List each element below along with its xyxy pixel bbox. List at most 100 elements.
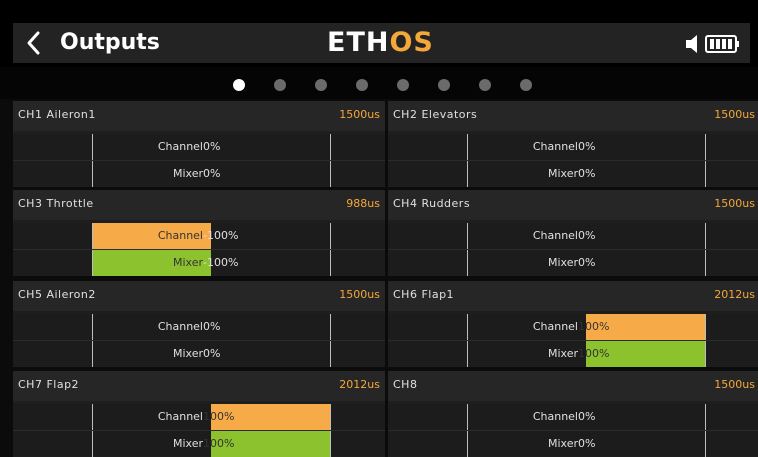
channel-row: Channel 100% xyxy=(13,404,385,430)
page-indicator xyxy=(0,67,758,99)
page-dot[interactable] xyxy=(274,79,286,91)
mixer-label: Mixer xyxy=(547,256,578,269)
range-tick xyxy=(467,161,468,187)
range-tick xyxy=(705,314,706,340)
channel-value: 100% xyxy=(203,410,235,423)
output-pulse-value: 1500us xyxy=(339,108,380,121)
channel-label: Channel xyxy=(532,140,578,153)
range-tick xyxy=(330,223,331,249)
page-title: Outputs xyxy=(60,30,160,55)
range-tick xyxy=(705,404,706,430)
range-tick xyxy=(705,250,706,276)
channel-row: Channel 0% xyxy=(388,134,758,160)
page-dot[interactable] xyxy=(438,79,450,91)
top-bar: Outputs ETHOS xyxy=(0,0,758,67)
mixer-label: Mixer xyxy=(547,347,578,360)
page-dot[interactable] xyxy=(356,79,368,91)
output-card[interactable]: CH3 Throttle 988us Channel -100% Mixer -100% xyxy=(13,190,385,276)
output-pulse-value: 1500us xyxy=(714,378,755,391)
output-header: CH8 1500us xyxy=(388,371,758,401)
mixer-label: Mixer xyxy=(547,437,578,450)
channel-row: Channel 0% xyxy=(388,223,758,249)
mixer-value: 0% xyxy=(578,437,596,450)
range-tick xyxy=(467,134,468,160)
channel-value: 0% xyxy=(578,229,596,242)
output-card[interactable]: CH6 Flap1 2012us Channel 100% Mixer 100% xyxy=(388,281,758,367)
mixer-label: Mixer xyxy=(172,167,203,180)
output-pulse-value: 2012us xyxy=(339,378,380,391)
channel-label: Channel xyxy=(157,229,203,242)
range-tick xyxy=(705,341,706,367)
channel-label: Channel xyxy=(157,410,203,423)
mixer-label: Mixer xyxy=(172,347,203,360)
output-header: CH6 Flap1 2012us xyxy=(388,281,758,311)
mixer-row: Mixer 100% xyxy=(13,430,385,457)
range-tick xyxy=(92,161,93,187)
channel-value: 0% xyxy=(578,410,596,423)
channel-row: Channel -100% xyxy=(13,223,385,249)
output-card[interactable]: CH5 Aileron2 1500us Channel 0% Mixer 0% xyxy=(13,281,385,367)
output-pulse-value: 1500us xyxy=(714,197,755,210)
range-tick xyxy=(330,341,331,367)
output-name: CH2 Elevators xyxy=(393,108,478,121)
output-name: CH3 Throttle xyxy=(18,197,94,210)
output-card[interactable]: CH2 Elevators 1500us Channel 0% Mixer 0% xyxy=(388,101,758,187)
mixer-row: Mixer 0% xyxy=(388,160,758,187)
output-header: CH5 Aileron2 1500us xyxy=(13,281,385,311)
channel-label: Channel xyxy=(157,320,203,333)
channel-label: Channel xyxy=(532,320,578,333)
output-card[interactable]: CH8 1500us Channel 0% Mixer 0% xyxy=(388,371,758,457)
range-tick xyxy=(92,314,93,340)
mixer-value: 100% xyxy=(203,437,235,450)
output-name: CH6 Flap1 xyxy=(393,288,455,301)
range-tick xyxy=(467,431,468,457)
page-dot[interactable] xyxy=(479,79,491,91)
range-tick xyxy=(330,314,331,340)
output-header: CH1 Aileron1 1500us xyxy=(13,101,385,131)
mixer-value: 0% xyxy=(578,167,596,180)
output-pulse-value: 1500us xyxy=(714,108,755,121)
mixer-label: Mixer xyxy=(547,167,578,180)
output-card[interactable]: CH4 Rudders 1500us Channel 0% Mixer 0% xyxy=(388,190,758,276)
output-name: CH1 Aileron1 xyxy=(18,108,96,121)
back-button[interactable] xyxy=(16,25,54,61)
range-tick xyxy=(467,223,468,249)
output-pulse-value: 2012us xyxy=(714,288,755,301)
page-dot[interactable] xyxy=(233,79,245,91)
channel-label: Channel xyxy=(532,229,578,242)
page-dot[interactable] xyxy=(397,79,409,91)
range-tick xyxy=(92,431,93,457)
mixer-value: -100% xyxy=(203,256,239,269)
output-card[interactable]: CH7 Flap2 2012us Channel 100% Mixer 100% xyxy=(13,371,385,457)
mixer-value: 0% xyxy=(578,256,596,269)
range-tick xyxy=(330,431,331,457)
range-tick xyxy=(467,314,468,340)
output-name: CH4 Rudders xyxy=(393,197,471,210)
page-dot[interactable] xyxy=(315,79,327,91)
output-header: CH3 Throttle 988us xyxy=(13,190,385,220)
output-header: CH4 Rudders 1500us xyxy=(388,190,758,220)
page-dot[interactable] xyxy=(520,79,532,91)
output-name: CH8 xyxy=(393,378,418,391)
channel-value: 0% xyxy=(203,140,221,153)
battery-icon[interactable] xyxy=(705,34,741,58)
output-header: CH7 Flap2 2012us xyxy=(13,371,385,401)
output-pulse-value: 1500us xyxy=(339,288,380,301)
range-tick xyxy=(705,134,706,160)
mixer-row: Mixer 100% xyxy=(388,340,758,367)
channel-label: Channel xyxy=(532,410,578,423)
mixer-row: Mixer 0% xyxy=(13,340,385,367)
range-tick xyxy=(330,161,331,187)
channel-value: 0% xyxy=(203,320,221,333)
range-tick xyxy=(92,134,93,160)
mixer-row: Mixer -100% xyxy=(13,249,385,276)
mixer-row: Mixer 0% xyxy=(13,160,385,187)
range-tick xyxy=(467,250,468,276)
speaker-icon[interactable] xyxy=(684,33,700,59)
output-card[interactable]: CH1 Aileron1 1500us Channel 0% Mixer 0% xyxy=(13,101,385,187)
mixer-label: Mixer xyxy=(172,437,203,450)
mixer-value: 0% xyxy=(203,167,221,180)
mixer-row: Mixer 0% xyxy=(388,430,758,457)
ethos-logo: ETHOS xyxy=(327,27,434,58)
mixer-label: Mixer xyxy=(172,256,203,269)
